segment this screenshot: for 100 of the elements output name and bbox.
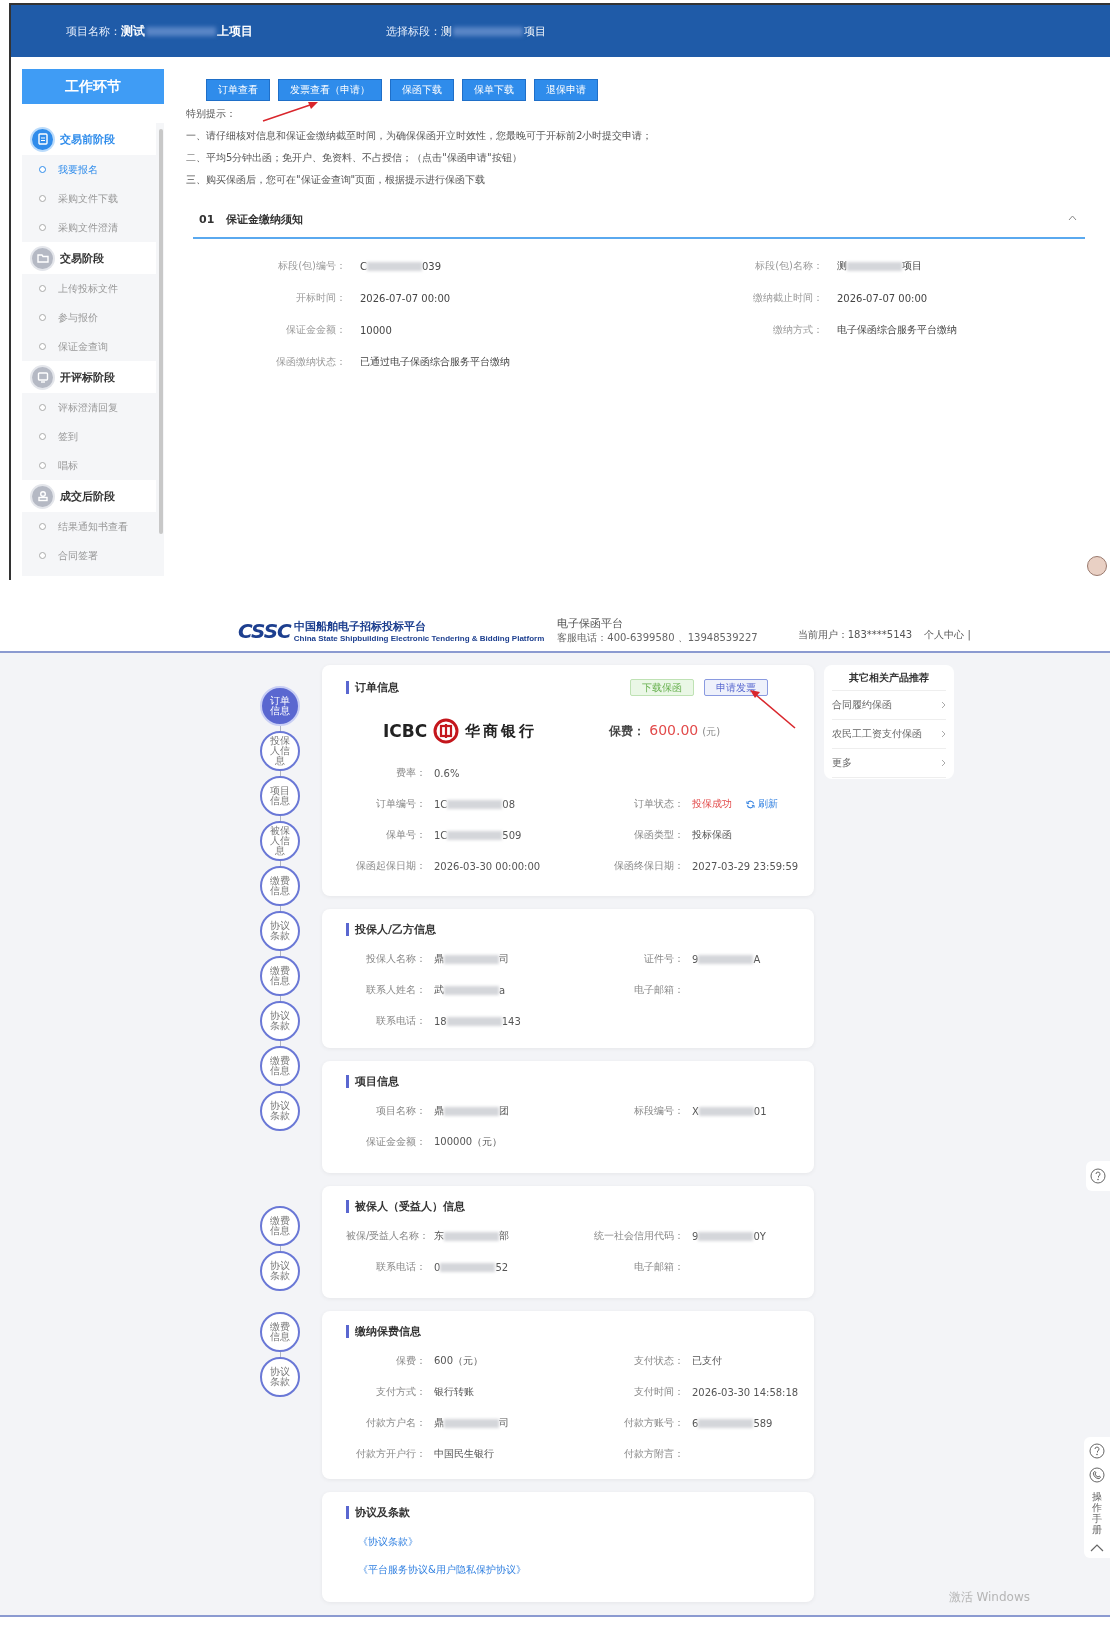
- sidebar-item[interactable]: 评标澄清回复: [22, 393, 156, 422]
- annotation-arrow: [261, 101, 319, 123]
- timeline-node[interactable]: 协议条款: [260, 1001, 300, 1041]
- redacted-block: [447, 830, 503, 840]
- sidebar-item[interactable]: 参与报价: [22, 303, 156, 332]
- field-label: 付款方账号：: [623, 1416, 684, 1430]
- notice-text: 三、购买保函后，您可在"保证金查询"页面，根据提示进行保函下载: [186, 173, 487, 187]
- sidebar-item[interactable]: 唱标: [22, 451, 156, 480]
- sidebar-item[interactable]: 采购文件下载: [22, 184, 156, 213]
- action-button[interactable]: 保单下载: [462, 79, 526, 101]
- avatar-icon[interactable]: [1087, 556, 1107, 576]
- stamp-icon: [32, 485, 53, 507]
- field-label: 保函终保日期：: [613, 859, 684, 873]
- timeline-node[interactable]: 缴费信息: [260, 1312, 300, 1352]
- timeline-node[interactable]: 缴费信息: [260, 1046, 300, 1086]
- timeline-node[interactable]: 协议条款: [260, 1091, 300, 1131]
- field-value: a: [499, 984, 506, 996]
- timeline-node[interactable]: 协议条款: [260, 1357, 300, 1397]
- action-button[interactable]: 退保申请: [534, 79, 598, 101]
- help-icon[interactable]: [1090, 1168, 1106, 1184]
- sidebar-phase[interactable]: 交易前阶段: [22, 123, 156, 155]
- timeline-node[interactable]: 缴费信息: [260, 1206, 300, 1246]
- sidebar-item[interactable]: 合同签署: [22, 541, 156, 570]
- field-label: 订单编号：: [375, 797, 426, 811]
- card-title: 订单信息: [346, 681, 399, 694]
- field-label: 保证金金额：: [285, 323, 347, 337]
- field-label: 标段编号：: [633, 1104, 684, 1118]
- field-label: 保费：: [395, 1354, 426, 1368]
- field-label: 付款方开户行：: [355, 1447, 426, 1461]
- redacted-block: [453, 26, 523, 36]
- hotline-text: 客服电话：400-6399580 、13948539227: [557, 631, 758, 645]
- phone-icon[interactable]: [1089, 1467, 1105, 1483]
- redacted-block: [444, 985, 499, 995]
- refresh-icon[interactable]: [746, 799, 755, 809]
- sidebar-phase[interactable]: 开评标阶段: [22, 361, 156, 393]
- help-icon[interactable]: [1089, 1443, 1105, 1459]
- field-value: 6: [692, 1417, 699, 1429]
- sidebar-item[interactable]: 我要报名: [22, 155, 156, 184]
- field-value: 已通过电子保函综合服务平台缴纳: [360, 355, 510, 369]
- redacted-block: [444, 954, 499, 964]
- field-value: 1C: [434, 829, 448, 841]
- timeline-node[interactable]: 订单信息: [260, 686, 300, 726]
- timeline-node[interactable]: 被保人信息: [260, 821, 300, 861]
- agreement-link[interactable]: 《平台服务协议&用户隐私保护协议》: [358, 1563, 790, 1577]
- sidebar-item[interactable]: 保证金查询: [22, 332, 156, 361]
- bank-logo-icon: [433, 718, 460, 744]
- timeline-node[interactable]: 协议条款: [260, 911, 300, 951]
- timeline-node[interactable]: 缴费信息: [260, 956, 300, 996]
- timeline-node[interactable]: 缴费信息: [260, 866, 300, 906]
- field-label: 联系人姓名：: [365, 983, 426, 997]
- sidebar-item[interactable]: 签到: [22, 422, 156, 451]
- action-button[interactable]: 订单查看: [206, 79, 270, 101]
- fee-amount: 600.00: [649, 722, 699, 738]
- field-value: 10000: [360, 324, 392, 336]
- timeline-node[interactable]: 协议条款: [260, 1251, 300, 1291]
- field-value: 投标保函: [692, 828, 732, 842]
- field-label: 电子邮箱：: [633, 1260, 684, 1274]
- sidebar-phase[interactable]: 交易阶段: [22, 242, 156, 274]
- field-value: 测: [837, 259, 847, 273]
- sidebar-phase[interactable]: 成交后阶段: [22, 480, 156, 512]
- action-button[interactable]: 保函下载: [390, 79, 454, 101]
- recommend-item[interactable]: 农民工工资支付保函: [832, 720, 946, 749]
- current-user: 当前用户：183****5143: [797, 628, 913, 642]
- sidebar-item[interactable]: 结果通知书查看: [22, 512, 156, 541]
- project-label: 项目名称：: [66, 23, 121, 39]
- notice-title: 特别提示：: [186, 107, 236, 121]
- sidebar-item[interactable]: 采购文件澄清: [22, 213, 156, 242]
- field-value: 2026-03-30 00:00:00: [434, 860, 541, 872]
- field-value: 08: [502, 798, 516, 810]
- sidebar-title: 工作环节: [22, 69, 164, 104]
- field-value: 2026-07-07 00:00: [837, 292, 928, 304]
- scrollbar[interactable]: [159, 129, 163, 534]
- order-action-button[interactable]: 申请发票: [704, 679, 768, 696]
- field-value: 投保成功: [692, 797, 732, 811]
- timeline-node[interactable]: 投保人信息: [260, 731, 300, 771]
- field-label: 标段(包)编号：: [277, 259, 347, 273]
- action-button[interactable]: 发票查看（申请）: [278, 79, 382, 101]
- user-center-link[interactable]: 个人中心 |: [924, 628, 971, 645]
- recommend-item[interactable]: 更多: [832, 749, 946, 778]
- order-action-button[interactable]: 下载保函: [630, 679, 694, 696]
- manual-link[interactable]: 操作手册: [1092, 1491, 1102, 1535]
- card-title: 协议及条款: [346, 1506, 410, 1519]
- refresh-link[interactable]: 刷新: [746, 797, 778, 811]
- redacted-block: [440, 1262, 496, 1272]
- caret-up-icon[interactable]: [1068, 215, 1077, 221]
- notice-text: 二、平均5分钟出函；免开户、免资料、不占授信；（点击"保函申请"按钮）: [186, 151, 523, 165]
- help-tab[interactable]: [1086, 1161, 1110, 1191]
- section-name: 项目: [524, 23, 546, 39]
- redacted-block: [367, 261, 422, 271]
- field-label: 费率：: [395, 766, 426, 780]
- section-header[interactable]: 01 保证金缴纳须知: [193, 205, 1085, 239]
- bank-name: 华商银行: [465, 721, 538, 741]
- field-label: 支付时间：: [633, 1385, 684, 1399]
- back-to-top-icon[interactable]: [1090, 1543, 1104, 1552]
- field-label: 缴纳方式：: [772, 323, 824, 337]
- recommend-item[interactable]: 合同履约保函: [832, 691, 946, 720]
- agreement-link[interactable]: 《协议条款》: [358, 1535, 790, 1549]
- notice-text: 一、请仔细核对信息和保证金缴纳截至时间，为确保保函开立时效性，您最晚可于开标前2小时提交申请；: [186, 129, 654, 143]
- timeline-node[interactable]: 项目信息: [260, 776, 300, 816]
- sidebar-item[interactable]: 上传投标文件: [22, 274, 156, 303]
